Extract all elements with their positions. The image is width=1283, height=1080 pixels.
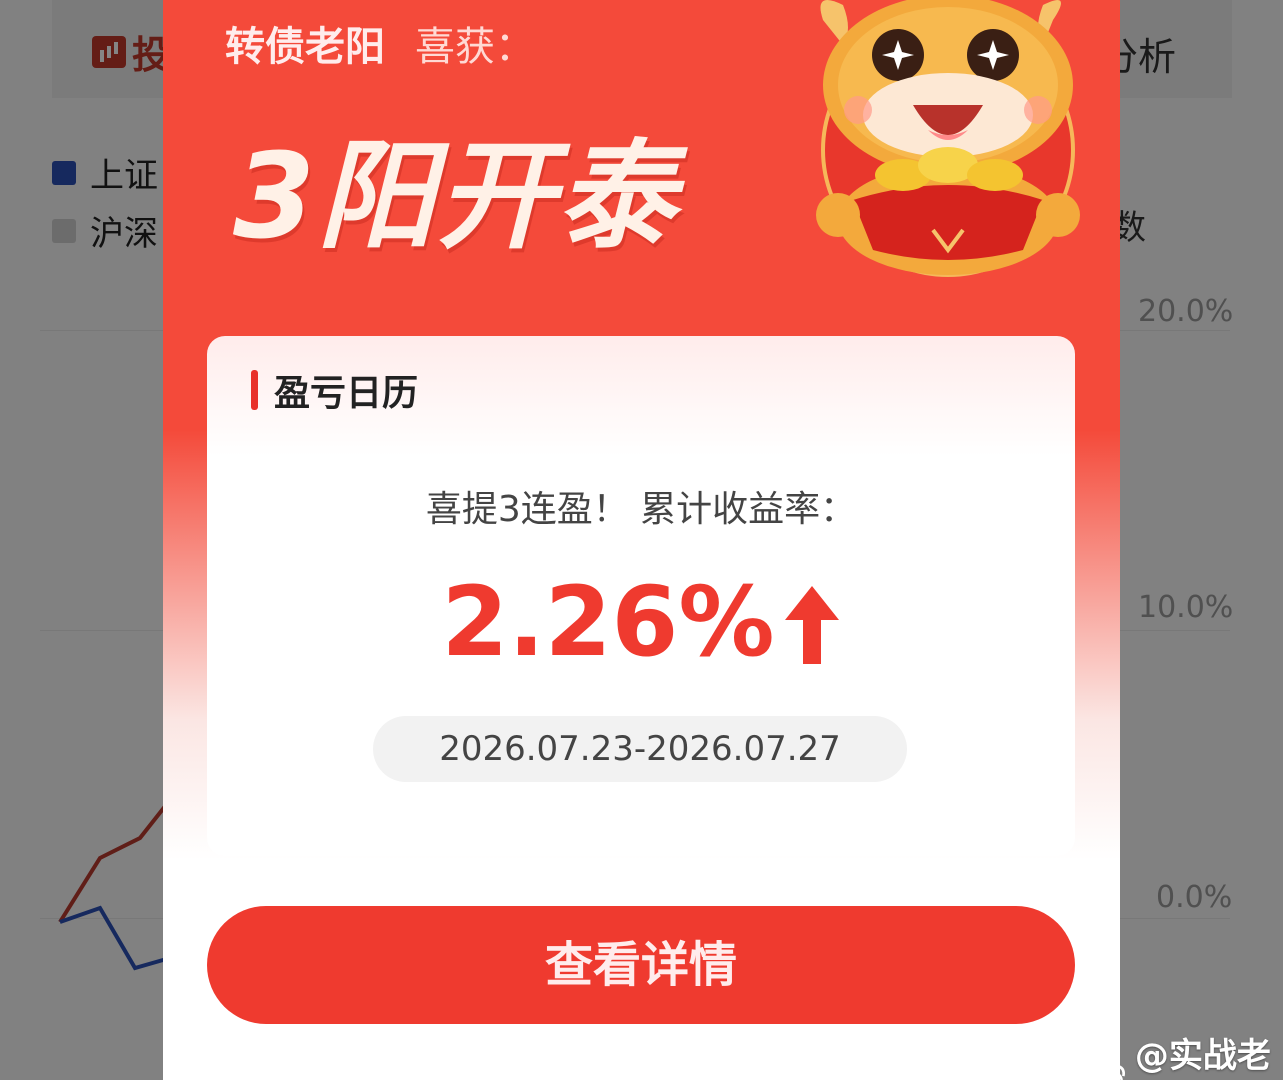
profit-calendar-card: 盈亏日历 喜提3连盈！ 累计收益率： 2.26% 2026.07.23-2026…: [207, 336, 1075, 856]
arrow-up-icon: [784, 586, 839, 664]
achievement-headline: 3阳开泰: [233, 127, 678, 265]
return-rate: 2.26%: [207, 566, 1075, 678]
return-rate-value: 2.26%: [441, 566, 775, 678]
watermark-text: @实战老阳: [1134, 1036, 1271, 1076]
view-details-button[interactable]: 查看详情: [207, 906, 1075, 1024]
weibo-icon: [1092, 1064, 1125, 1080]
username: 转债老阳: [225, 24, 385, 70]
ox-mascot-icon: [816, 0, 1080, 277]
date-range: 2026.07.23-2026.07.27: [373, 716, 907, 782]
streak-subtitle: 喜提3连盈！ 累计收益率：: [425, 489, 857, 530]
card-title-label: 盈亏日历: [274, 373, 419, 414]
achievement-popup: 转债老阳 喜获： 3阳开泰 盈亏日历 喜提3连盈！ 累计收益率： 2.26% 2…: [163, 0, 1120, 1080]
award-label: 喜获：: [415, 24, 535, 70]
weibo-watermark: @实战老阳: [1092, 1028, 1283, 1080]
title-accent-bar: [251, 370, 258, 410]
popup-header-line: 转债老阳 喜获：: [225, 14, 535, 72]
card-title: 盈亏日历: [251, 364, 418, 416]
